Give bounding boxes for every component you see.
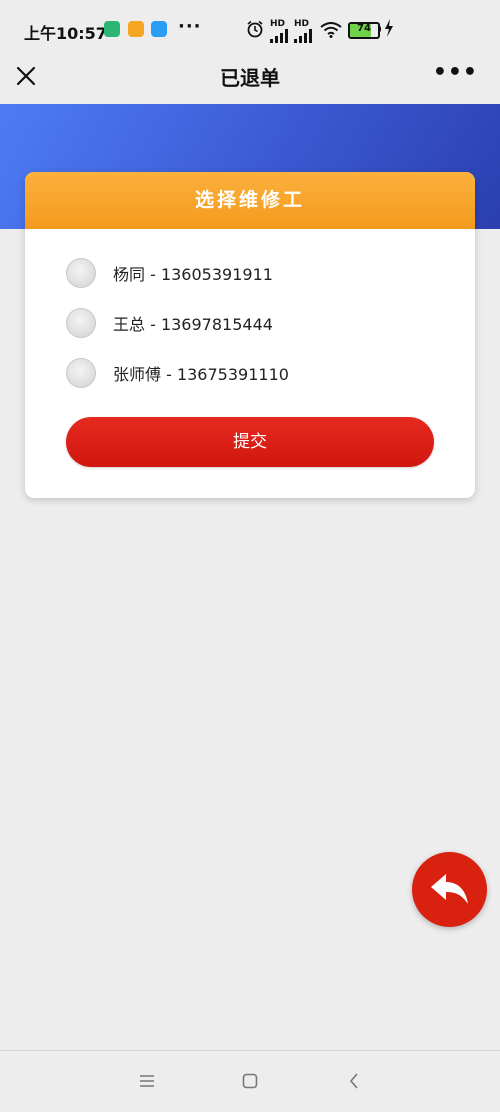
battery-level: 74 bbox=[357, 23, 371, 34]
cloud-app-icon bbox=[151, 21, 167, 37]
status-bar: 上午10:57 ··· HD HD 74 bbox=[0, 0, 500, 60]
signal-1: HD bbox=[270, 20, 288, 43]
worker-option-1[interactable]: 杨同 - 13605391911 bbox=[66, 256, 273, 290]
shield-app-icon bbox=[104, 21, 120, 37]
radio-button[interactable] bbox=[66, 258, 96, 288]
charging-bolt-icon bbox=[385, 19, 393, 37]
system-nav-bar bbox=[0, 1050, 500, 1112]
status-time: 上午10:57 bbox=[24, 24, 107, 43]
hd-label: HD bbox=[270, 19, 286, 29]
signal-bars-icon bbox=[294, 29, 312, 43]
alarm-icon bbox=[247, 20, 263, 38]
worker-option-label: 王总 - 13697815444 bbox=[113, 315, 273, 334]
worker-option-2[interactable]: 王总 - 13697815444 bbox=[66, 306, 273, 340]
worker-option-label: 杨同 - 13605391911 bbox=[113, 265, 273, 284]
more-notifications: ··· bbox=[178, 16, 202, 37]
card-title: 选择维修工 bbox=[25, 172, 475, 229]
back-fab-button[interactable] bbox=[412, 852, 487, 927]
signal-bars-icon bbox=[270, 29, 288, 43]
worker-option-label: 张师傅 - 13675391110 bbox=[113, 365, 289, 384]
select-worker-card: 选择维修工 杨同 - 13605391911 王总 - 13697815444 … bbox=[25, 172, 475, 498]
more-menu-button[interactable]: ••• bbox=[433, 60, 478, 85]
menu-icon[interactable] bbox=[133, 1067, 161, 1095]
nav-bar: 已退单 ••• bbox=[0, 60, 500, 104]
hd-label: HD bbox=[294, 19, 310, 29]
message-app-icon bbox=[128, 21, 144, 37]
battery-icon: 74 bbox=[348, 22, 380, 39]
radio-button[interactable] bbox=[66, 358, 96, 388]
radio-button[interactable] bbox=[66, 308, 96, 338]
chevron-left-icon[interactable] bbox=[340, 1067, 368, 1095]
reply-arrow-icon bbox=[431, 874, 468, 904]
signal-2: HD bbox=[294, 20, 312, 43]
battery-cap bbox=[378, 26, 381, 32]
submit-button[interactable]: 提交 bbox=[66, 417, 434, 467]
home-square-icon[interactable] bbox=[236, 1067, 264, 1095]
wifi-icon bbox=[320, 22, 342, 38]
page-title: 已退单 bbox=[220, 66, 280, 90]
worker-option-3[interactable]: 张师傅 - 13675391110 bbox=[66, 356, 289, 390]
